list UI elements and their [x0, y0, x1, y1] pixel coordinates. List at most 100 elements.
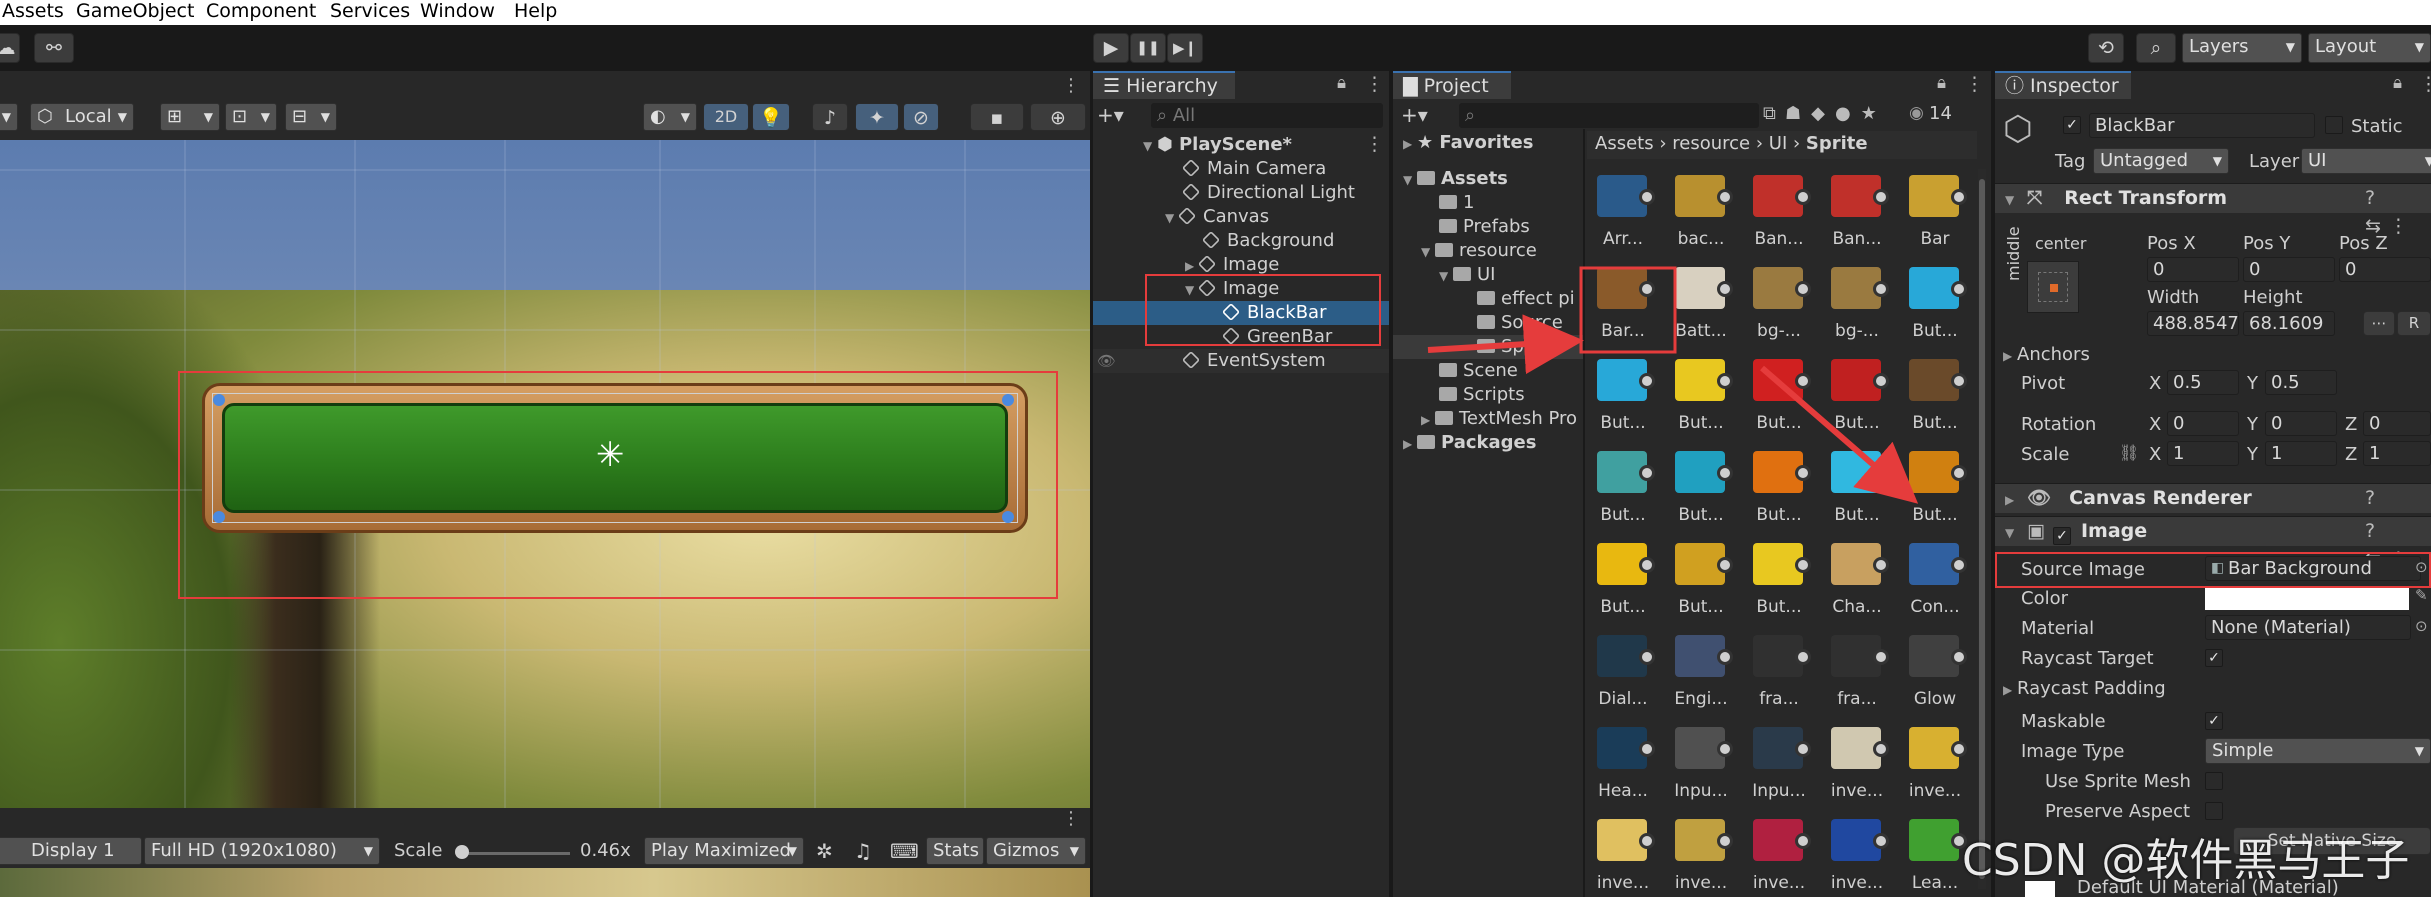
expand-sprite-icon[interactable]: [1873, 649, 1889, 665]
menu-component[interactable]: Component: [206, 0, 316, 22]
history-icon[interactable]: ⟲: [2088, 33, 2124, 63]
folder-favorites[interactable]: ▶ ★ Favorites: [1403, 131, 1533, 155]
folder-packages[interactable]: ▶ Packages: [1403, 431, 1536, 455]
folder-scene[interactable]: Scene: [1439, 359, 1518, 383]
folder-effect[interactable]: effect pi: [1477, 287, 1583, 311]
link-icon[interactable]: ⛓: [2119, 443, 2139, 462]
pause-button[interactable]: ❚❚: [1130, 33, 1166, 63]
tree-item-playscene[interactable]: ▼ ⬢ PlayScene*: [1143, 133, 1292, 157]
anchors-foldout[interactable]: ▶ Anchors: [2003, 344, 2090, 367]
asset-item[interactable]: But...: [1587, 353, 1659, 443]
expand-sprite-icon[interactable]: [1717, 373, 1733, 389]
expand-sprite-icon[interactable]: [1795, 465, 1811, 481]
expand-sprite-icon[interactable]: [1873, 741, 1889, 757]
menu-assets[interactable]: Assets: [2, 0, 64, 22]
height-input[interactable]: 68.1609: [2243, 311, 2335, 336]
name-input[interactable]: BlackBar: [2089, 113, 2315, 138]
breadcrumb-assets[interactable]: Assets: [1595, 133, 1654, 154]
asset-item[interactable]: inve...: [1899, 721, 1971, 811]
hidden-objects-icon[interactable]: ⊘: [903, 103, 939, 131]
grid-snap-button[interactable]: ⊞ ▼: [160, 103, 220, 131]
expand-sprite-icon[interactable]: [1795, 373, 1811, 389]
search-filter-icon[interactable]: ⧉: [1763, 103, 1776, 124]
tree-item-directional-light[interactable]: Directional Light: [1181, 181, 1355, 205]
component-menu-icons[interactable]: ?⇆⋮: [2365, 184, 2431, 240]
expand-sprite-icon[interactable]: [1951, 557, 1967, 573]
posx-input[interactable]: 0: [2147, 257, 2239, 282]
expand-sprite-icon[interactable]: [1717, 465, 1733, 481]
expand-sprite-icon[interactable]: [1873, 465, 1889, 481]
posy-input[interactable]: 0: [2243, 257, 2335, 282]
play-button[interactable]: ▶: [1093, 33, 1129, 63]
folder-scripts[interactable]: Scripts: [1439, 383, 1525, 407]
expand-sprite-icon[interactable]: [1795, 833, 1811, 849]
rect-transform-header[interactable]: ▼ ⤧ Rect Transform ?⇆⋮: [1995, 183, 2431, 237]
asset-item[interactable]: inve...: [1587, 813, 1659, 897]
lighting-icon[interactable]: 💡: [752, 103, 790, 131]
pivot-y-input[interactable]: 0.5: [2265, 370, 2337, 395]
space-dropdown[interactable]: ⬡ Local ▼: [30, 103, 134, 131]
asset-item[interactable]: But...: [1743, 537, 1815, 627]
asset-item[interactable]: Glow: [1899, 629, 1971, 719]
raycast-target-checkbox[interactable]: ✓: [2205, 649, 2223, 667]
expand-sprite-icon[interactable]: [1717, 833, 1733, 849]
scale-slider-thumb[interactable]: [455, 845, 469, 859]
expand-sprite-icon[interactable]: [1639, 557, 1655, 573]
scale-z-input[interactable]: 1: [2363, 441, 2431, 466]
menu-gameobject[interactable]: GameObject: [76, 0, 194, 22]
layers-dropdown[interactable]: Layers ▼: [2182, 33, 2302, 63]
add-icon[interactable]: +▾: [1097, 103, 1124, 127]
image-enabled-checkbox[interactable]: ✓: [2052, 527, 2071, 545]
asset-item[interactable]: Batt...: [1665, 261, 1737, 351]
tree-item-main-camera[interactable]: Main Camera: [1181, 157, 1326, 181]
lock-icon[interactable]: 🔒︎: [1937, 73, 1946, 93]
expand-sprite-icon[interactable]: [1795, 741, 1811, 757]
project-search-input[interactable]: ⌕: [1459, 103, 1759, 128]
play-mode-dropdown[interactable]: Play Maximized ▼: [644, 837, 804, 865]
game-viewport[interactable]: [0, 868, 1090, 897]
expand-sprite-icon[interactable]: [1717, 189, 1733, 205]
asset-item[interactable]: But...: [1665, 353, 1737, 443]
expand-sprite-icon[interactable]: [1639, 465, 1655, 481]
asset-scrollbar[interactable]: [1978, 169, 1986, 889]
cloud-icon[interactable]: ☁: [0, 33, 20, 63]
asset-item[interactable]: Ban...: [1743, 169, 1815, 259]
asset-item[interactable]: Hea...: [1587, 721, 1659, 811]
expand-sprite-icon[interactable]: [1951, 649, 1967, 665]
asset-item[interactable]: inve...: [1821, 721, 1893, 811]
image-component-header[interactable]: ▼▣✓Image?⇆⋮: [1995, 516, 2431, 570]
rot-x-input[interactable]: 0: [2167, 411, 2239, 436]
breadcrumb-sprite[interactable]: Sprite: [1806, 133, 1868, 154]
asset-item[interactable]: bg-...: [1743, 261, 1815, 351]
lock-icon[interactable]: 🔒︎: [2393, 73, 2402, 93]
tab-hierarchy[interactable]: ☰ Hierarchy: [1093, 71, 1235, 99]
expand-sprite-icon[interactable]: [1639, 649, 1655, 665]
asset-item[interactable]: But...: [1743, 353, 1815, 443]
expand-sprite-icon[interactable]: [1873, 373, 1889, 389]
pivot-dropdown[interactable]: ▼: [0, 103, 18, 131]
more-icon[interactable]: ⋮: [1365, 133, 1384, 155]
asset-item[interactable]: Inpu...: [1665, 721, 1737, 811]
asset-item[interactable]: Inpu...: [1743, 721, 1815, 811]
ruler-button[interactable]: ⊟ ▼: [285, 103, 337, 131]
audio-icon[interactable]: ♪: [812, 103, 848, 131]
folder-sprite[interactable]: Sprite: [1393, 335, 1583, 359]
splitter[interactable]: [1583, 129, 1585, 897]
tree-item-background[interactable]: Background: [1201, 229, 1334, 253]
folder-source[interactable]: Source: [1477, 311, 1563, 335]
more-icon[interactable]: ⋮: [1965, 73, 1984, 95]
blueprint-mode-button[interactable]: ⋯: [2363, 311, 2395, 336]
2d-toggle[interactable]: 2D: [703, 103, 749, 131]
folder-assets[interactable]: ▼ Assets: [1403, 167, 1508, 191]
shading-mode-dropdown[interactable]: ◐ ▼: [643, 103, 697, 131]
preserve-aspect-checkbox[interactable]: [2205, 802, 2223, 820]
asset-item[interactable]: But...: [1899, 445, 1971, 535]
raycast-padding-foldout[interactable]: ▶ Raycast Padding: [2003, 678, 2166, 701]
expand-sprite-icon[interactable]: [1951, 373, 1967, 389]
asset-item[interactable]: But...: [1587, 537, 1659, 627]
asset-item[interactable]: But...: [1665, 445, 1737, 535]
expand-sprite-icon[interactable]: [1951, 741, 1967, 757]
expand-sprite-icon[interactable]: [1717, 741, 1733, 757]
search-icon[interactable]: ⌕: [2136, 33, 2176, 63]
expand-sprite-icon[interactable]: [1951, 281, 1967, 297]
